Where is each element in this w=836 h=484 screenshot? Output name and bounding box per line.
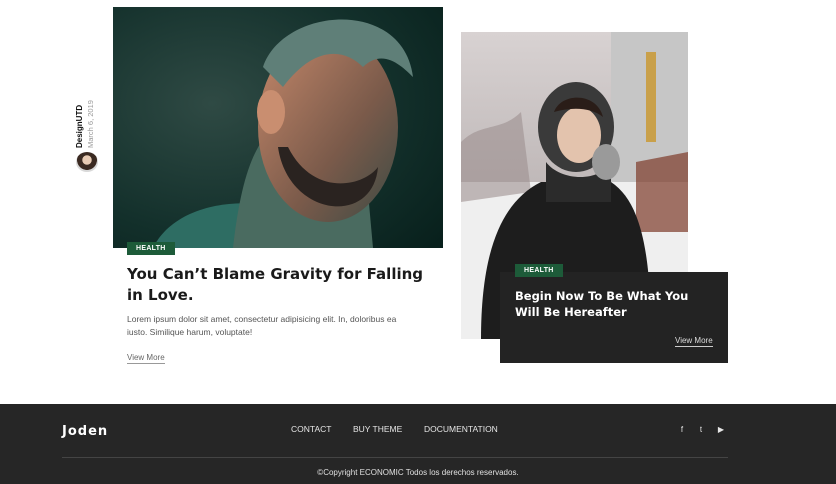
avatar[interactable] xyxy=(76,152,98,172)
post-2-category-badge[interactable]: HEALTH xyxy=(515,264,563,277)
post-1-view-more-link[interactable]: View More xyxy=(127,353,165,364)
post-2-view-more-link[interactable]: View More xyxy=(675,336,713,347)
post-2-title[interactable]: Begin Now To Be What You Will Be Hereaft… xyxy=(515,288,715,320)
post-1-title[interactable]: You Can’t Blame Gravity for Falling in L… xyxy=(127,264,427,306)
footer: Joden CONTACT BUY THEME DOCUMENTATION f … xyxy=(0,404,836,484)
twitter-icon[interactable]: t xyxy=(696,425,706,434)
youtube-icon[interactable]: ▶ xyxy=(716,425,726,434)
copyright-text: ©Copyright ECONOMIC Todos los derechos r… xyxy=(317,468,519,477)
post-date: March 6, 2019 xyxy=(86,100,95,148)
post-1-image[interactable] xyxy=(113,7,443,248)
author-name[interactable]: DesignUTD xyxy=(74,92,85,148)
post-1-excerpt: Lorem ipsum dolor sit amet, consectetur … xyxy=(127,314,397,337)
footer-nav-contact[interactable]: CONTACT xyxy=(291,424,331,434)
author-text: DesignUTD March 6, 2019 xyxy=(74,92,104,148)
author-meta: DesignUTD March 6, 2019 xyxy=(74,92,104,172)
footer-nav-documentation[interactable]: DOCUMENTATION xyxy=(424,424,498,434)
facebook-icon[interactable]: f xyxy=(677,425,687,434)
footer-logo[interactable]: Joden xyxy=(62,424,108,439)
footer-divider xyxy=(62,457,728,458)
post-1-category-badge[interactable]: HEALTH xyxy=(127,242,175,255)
footer-nav-buy-theme[interactable]: BUY THEME xyxy=(353,424,402,434)
